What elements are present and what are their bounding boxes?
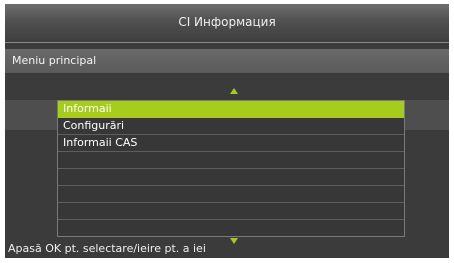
ci-info-screen: CI Информация Meniu principal Informaii … xyxy=(5,4,449,258)
scroll-up-icon[interactable] xyxy=(230,88,238,94)
menu-item-empty xyxy=(58,186,404,203)
footer-hint: Apasă OK pt. selectare/ieire pt. a iei xyxy=(8,242,206,255)
menu-item-empty xyxy=(58,169,404,186)
scroll-down-icon[interactable] xyxy=(230,238,238,244)
title-bar: CI Информация xyxy=(5,4,449,43)
page-title: CI Информация xyxy=(178,15,276,29)
menu-item-configurari[interactable]: Configurări xyxy=(58,118,404,135)
menu-item-empty xyxy=(58,152,404,169)
section-title: Meniu principal xyxy=(12,54,97,67)
menu-item-empty xyxy=(58,203,404,220)
section-header: Meniu principal xyxy=(5,49,449,73)
menu-item-empty xyxy=(58,220,404,237)
menu-item-informatii-cas[interactable]: Informaii CAS xyxy=(58,135,404,152)
menu-list: Informaii Configurări Informaii CAS xyxy=(57,100,405,237)
menu-item-informatii[interactable]: Informaii xyxy=(58,101,404,118)
